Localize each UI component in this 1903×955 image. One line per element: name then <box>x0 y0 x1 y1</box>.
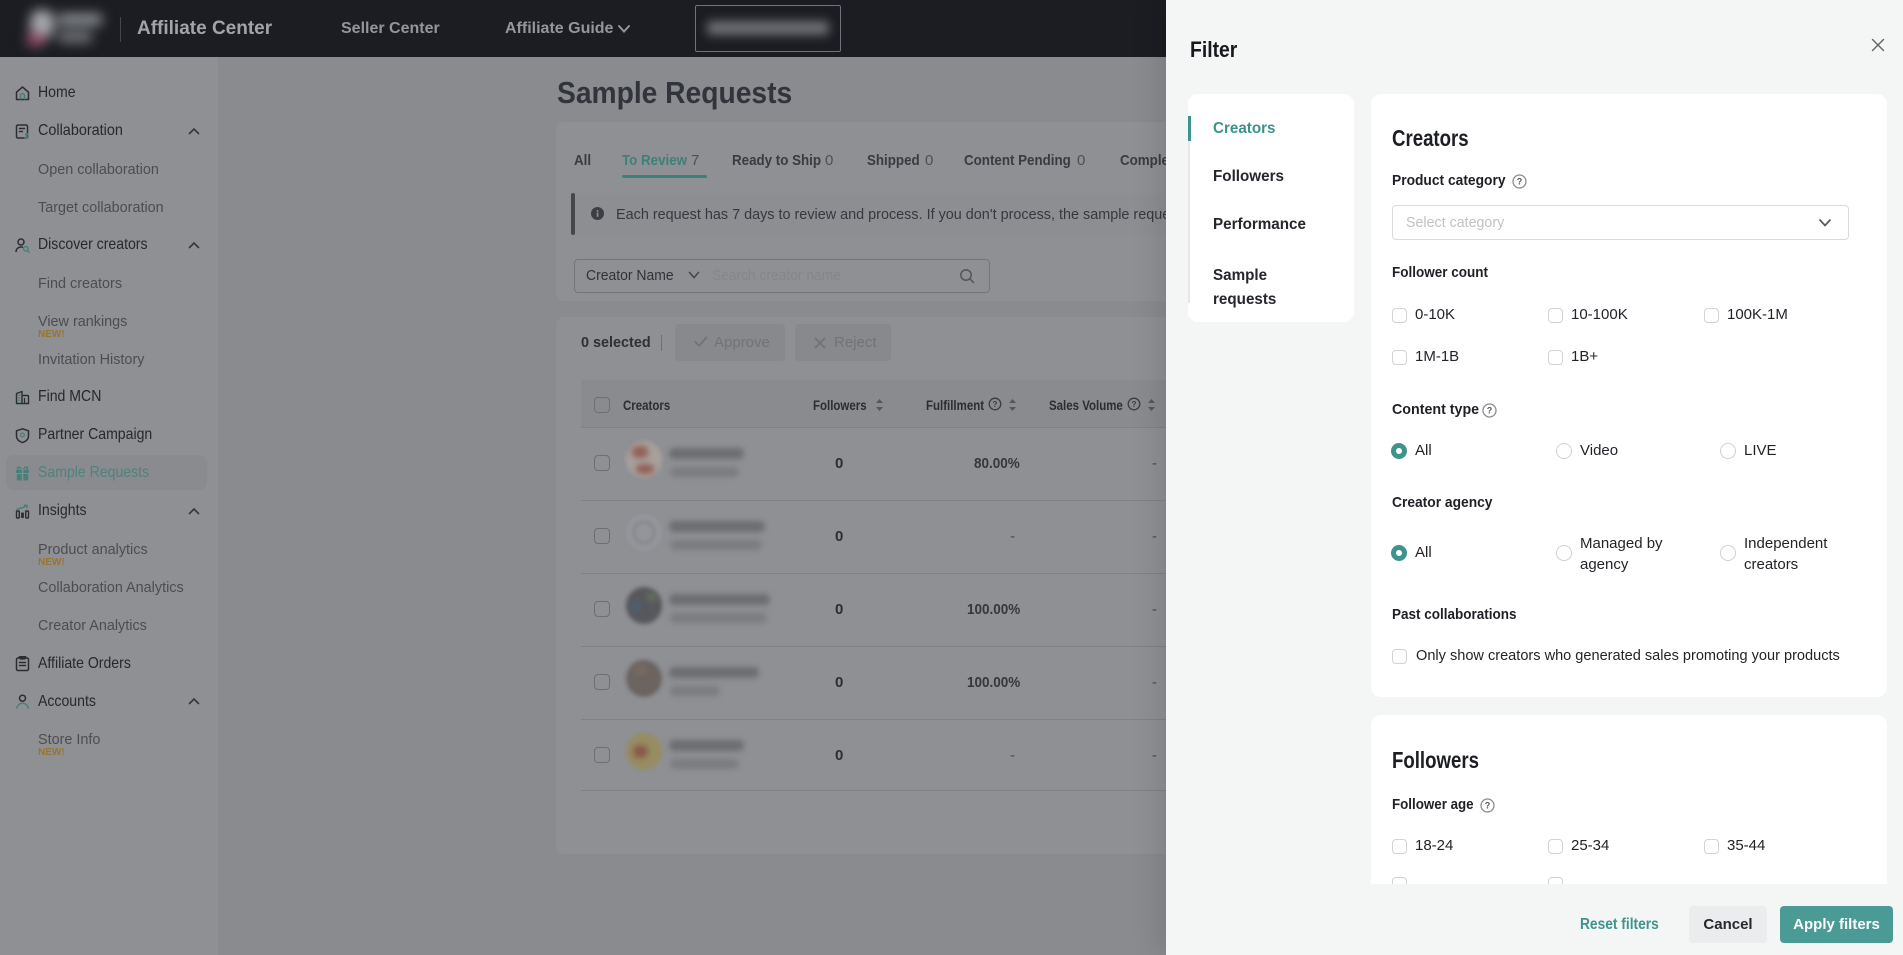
svg-text:?: ? <box>1517 177 1523 187</box>
svg-text:?: ? <box>1485 801 1491 811</box>
svg-text:?: ? <box>1132 400 1137 409</box>
svg-text:?: ? <box>993 400 998 409</box>
svg-text:?: ? <box>1487 406 1493 416</box>
